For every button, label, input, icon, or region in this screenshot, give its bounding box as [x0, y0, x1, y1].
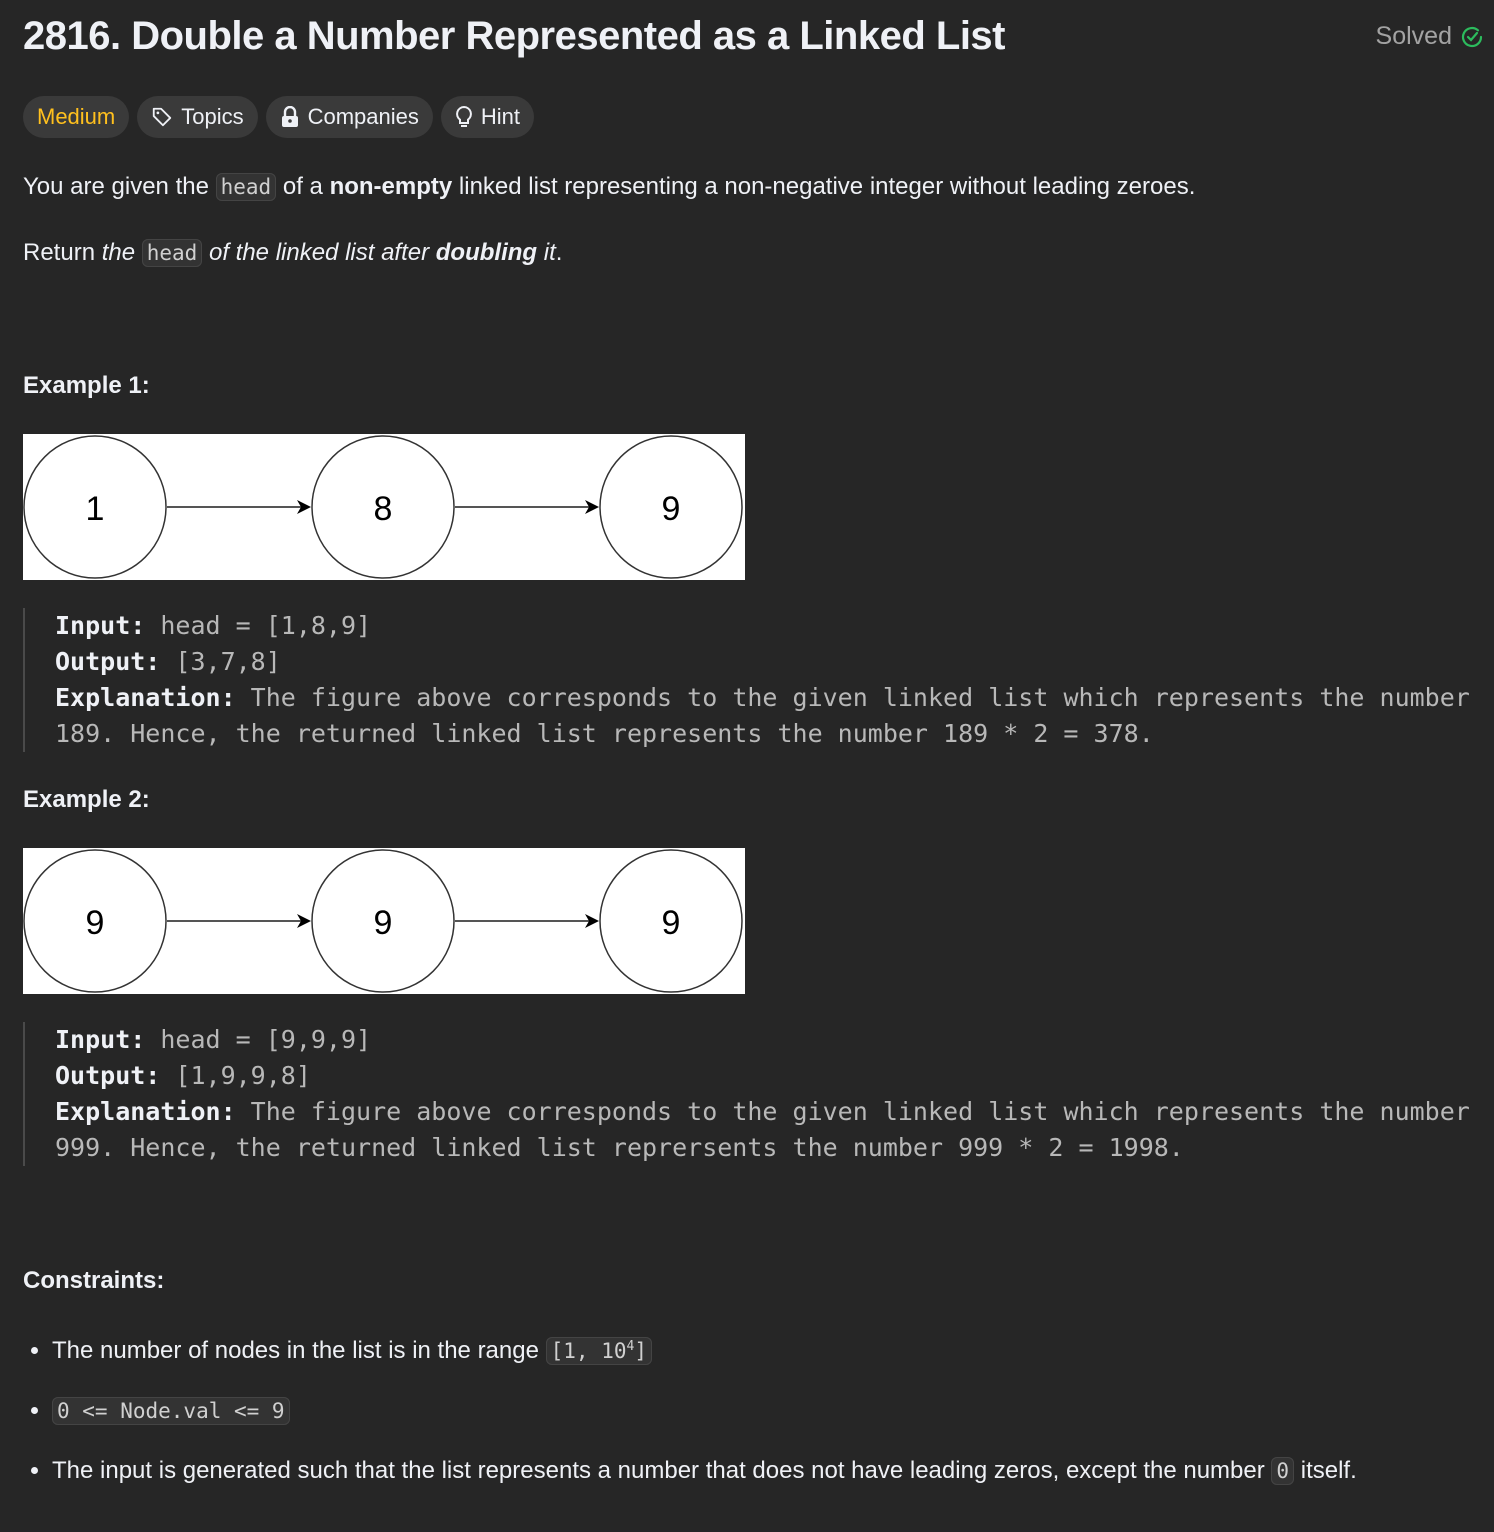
example-1-block: Input: head = [1,8,9] Output: [3,7,8] Ex…: [23, 608, 1494, 752]
node-value: 8: [374, 490, 393, 528]
constraint-item: 0 <= Node.val <= 9: [52, 1394, 1432, 1428]
node-value: 9: [662, 904, 681, 942]
check-circle-icon: [1461, 26, 1483, 47]
companies-button[interactable]: Companies: [265, 96, 433, 138]
inline-code: head: [215, 173, 277, 201]
description-paragraph-1: You are given the head of a non-empty li…: [23, 173, 1196, 201]
constraint-item: The input is generated such that the lis…: [52, 1454, 1432, 1488]
topics-label: Topics: [181, 104, 244, 129]
constraint-item: The number of nodes in the list is in th…: [52, 1330, 1432, 1368]
companies-label: Companies: [307, 104, 419, 129]
tag-icon: [153, 107, 172, 127]
constraints-list: The number of nodes in the list is in th…: [0, 1330, 1432, 1488]
lock-icon: [281, 106, 298, 127]
topics-button[interactable]: Topics: [137, 96, 258, 138]
inline-code: head: [141, 239, 203, 267]
problem-title: 2816. Double a Number Represented as a L…: [23, 14, 1006, 58]
example-2-block: Input: head = [9,9,9] Output: [1,9,9,8] …: [23, 1022, 1494, 1166]
solved-label: Solved: [1375, 22, 1452, 50]
difficulty-badge[interactable]: Medium: [23, 96, 130, 138]
example-2-heading: Example 2:: [23, 786, 150, 813]
tag-row: Medium Topics Companies Hint: [23, 96, 535, 138]
solved-status: Solved: [1376, 22, 1484, 51]
lightbulb-icon: [455, 105, 472, 127]
difficulty-label: Medium: [37, 104, 116, 129]
node-value: 9: [374, 904, 393, 942]
example-1-heading: Example 1:: [23, 372, 150, 399]
hint-button[interactable]: Hint: [440, 96, 535, 138]
description-paragraph-2: Return the head of the linked list after…: [23, 239, 563, 267]
example-2-diagram: 9 9 9: [23, 848, 745, 994]
node-value: 1: [86, 490, 105, 528]
example-1-diagram: 1 8 9: [23, 434, 745, 580]
hint-label: Hint: [480, 104, 521, 129]
constraints-heading: Constraints:: [23, 1267, 165, 1294]
node-value: 9: [662, 490, 681, 528]
node-value: 9: [86, 904, 105, 942]
